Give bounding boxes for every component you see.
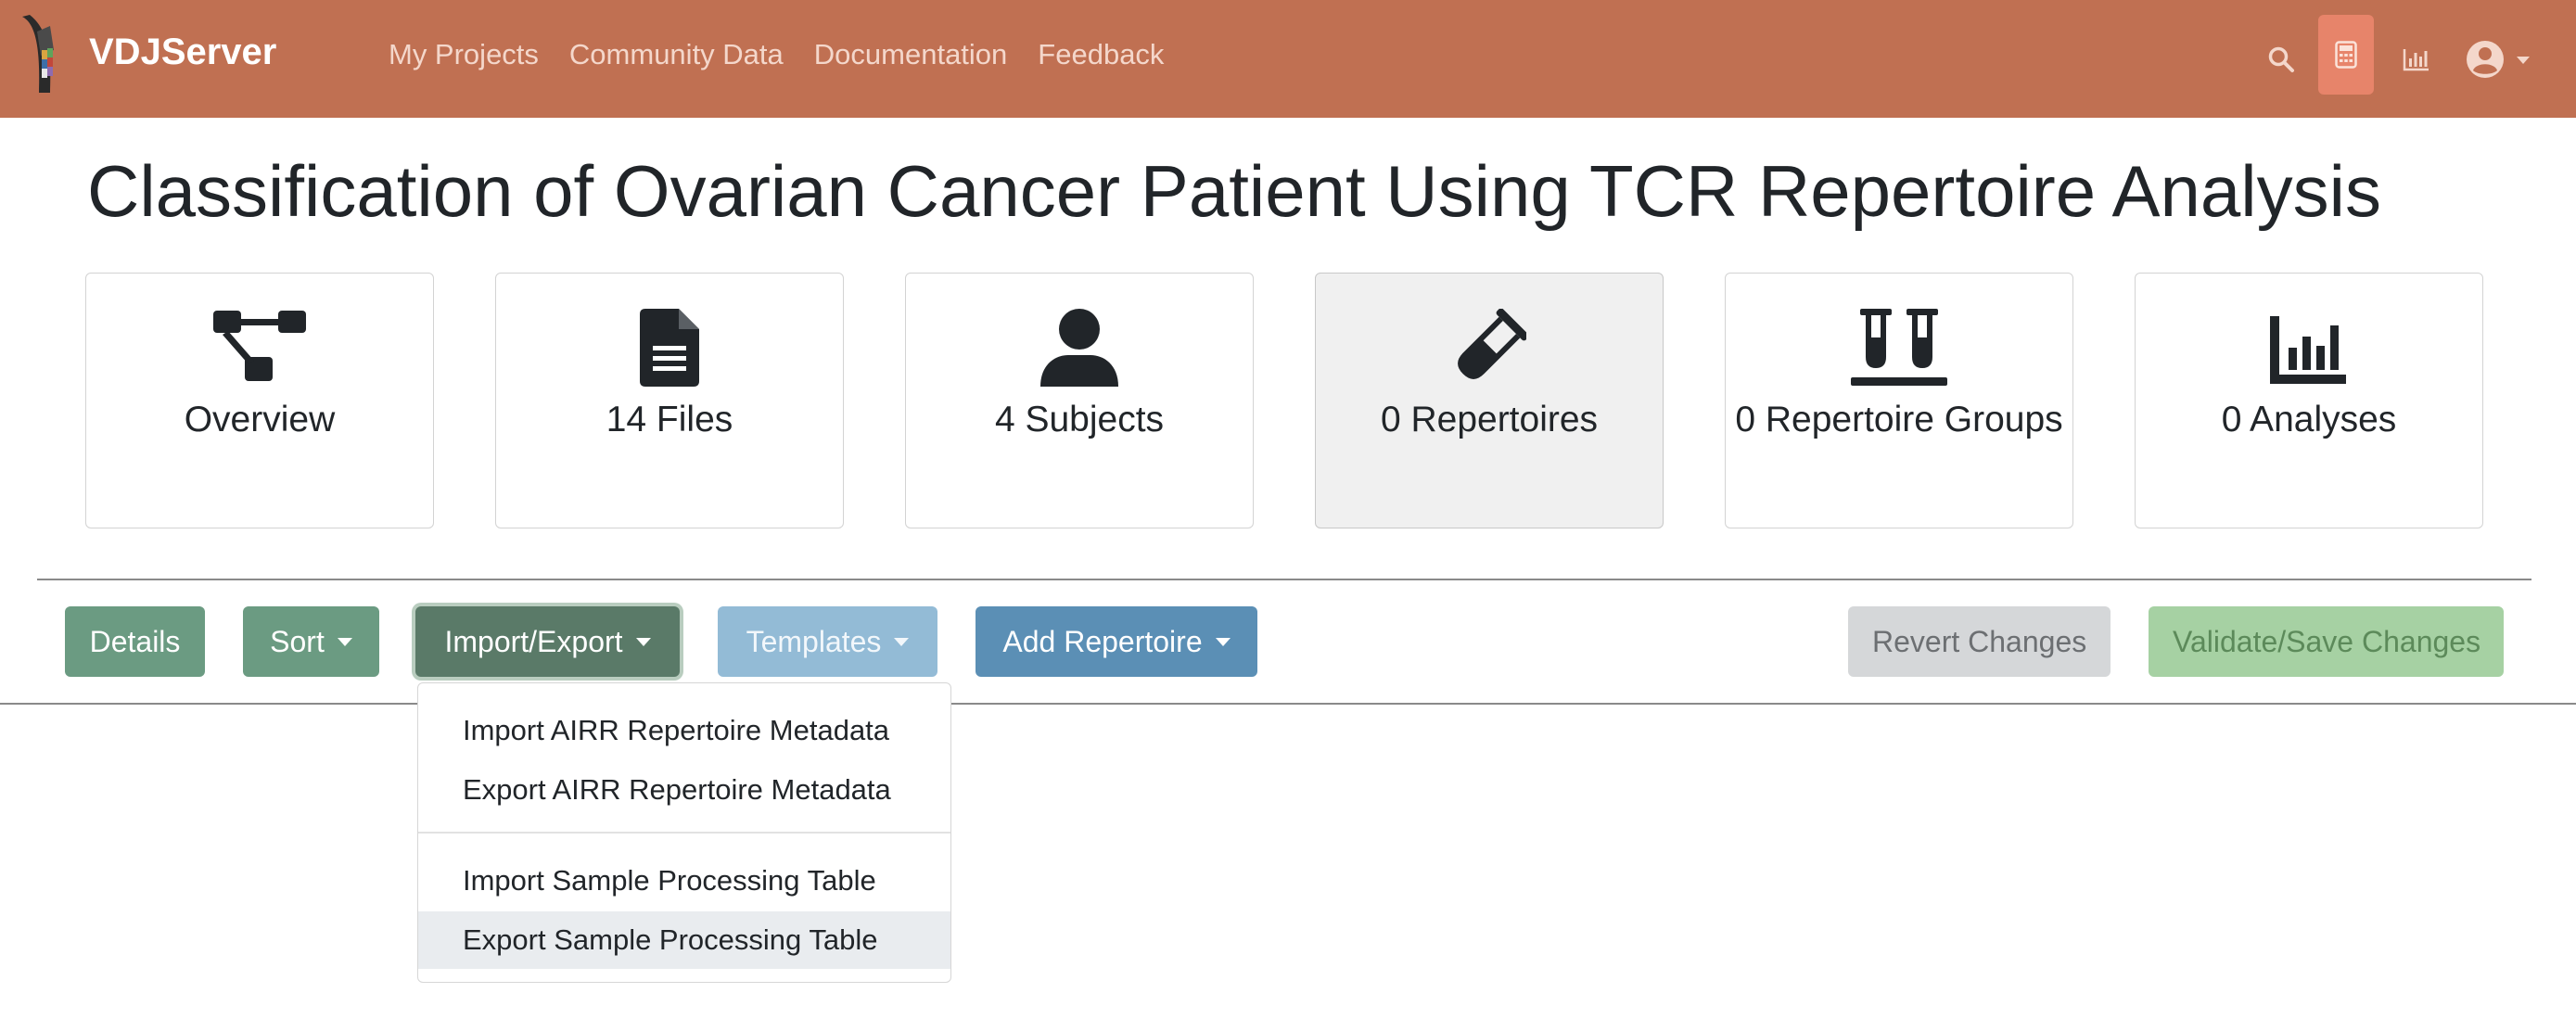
vdjserver-logo[interactable] [13, 13, 69, 96]
tile-label: 0 Repertoire Groups [1735, 400, 2063, 439]
sort-dropdown-button[interactable]: Sort [243, 606, 379, 677]
nav-link-feedback[interactable]: Feedback [1038, 34, 1164, 75]
tile-analyses[interactable]: 0 Analyses [2135, 273, 2483, 528]
tile-label: 0 Analyses [2221, 400, 2397, 439]
nav-links: My Projects Community Data Documentation… [389, 34, 1194, 75]
vial-icon [1316, 309, 1663, 387]
nav-link-community-data[interactable]: Community Data [569, 34, 784, 75]
caret-down-icon [894, 638, 910, 646]
tile-label: 4 Subjects [994, 400, 1165, 439]
import-export-button-label: Import/Export [444, 625, 623, 658]
import-export-menu: Import AIRR Repertoire Metadata Export A… [417, 682, 951, 983]
tile-files[interactable]: 14 Files [495, 273, 844, 528]
import-export-dropdown-button[interactable]: Import/Export [415, 606, 680, 677]
project-tiles: Overview 14 Files 4 Subjects 0 Repertoir… [85, 273, 2544, 528]
calculator-icon[interactable] [2318, 15, 2374, 95]
chart-bar-icon[interactable] [2400, 0, 2433, 118]
validate-save-changes-button[interactable]: Validate/Save Changes [2149, 606, 2504, 677]
page-title: Classification of Ovarian Cancer Patient… [87, 150, 2381, 232]
nav-link-documentation[interactable]: Documentation [814, 34, 1008, 75]
tile-label: 14 Files [606, 400, 733, 439]
top-navbar: VDJServer My Projects Community Data Doc… [0, 0, 2576, 118]
tile-subjects[interactable]: 4 Subjects [905, 273, 1254, 528]
vials-icon [1726, 309, 2072, 387]
caret-down-icon [1215, 638, 1231, 646]
details-button[interactable]: Details [65, 606, 205, 677]
tile-repertoire-groups[interactable]: 0 Repertoire Groups [1725, 273, 2073, 528]
menu-item-export-sample-processing[interactable]: Export Sample Processing Table [418, 911, 950, 969]
validate-save-label: Validate/Save Changes [2173, 625, 2481, 658]
chart-column-icon [2136, 309, 2482, 387]
revert-changes-button[interactable]: Revert Changes [1848, 606, 2111, 677]
sitemap-icon [86, 309, 433, 383]
templates-button-label: Templates [746, 625, 882, 658]
revert-changes-label: Revert Changes [1872, 625, 2087, 658]
caret-down-icon [337, 638, 352, 646]
tile-label: Overview [184, 400, 336, 439]
details-button-label: Details [89, 625, 181, 658]
menu-divider [418, 832, 950, 834]
caret-down-icon [635, 638, 651, 646]
user-circle-icon [2467, 40, 2530, 78]
templates-dropdown-button[interactable]: Templates [718, 606, 937, 677]
file-icon [496, 309, 843, 387]
tile-repertoires[interactable]: 0 Repertoires [1315, 273, 1664, 528]
menu-item-export-airr-metadata[interactable]: Export AIRR Repertoire Metadata [418, 761, 950, 819]
search-icon[interactable] [2263, 0, 2300, 118]
brand-name[interactable]: VDJServer [89, 30, 276, 74]
sort-button-label: Sort [270, 625, 325, 658]
menu-item-import-airr-metadata[interactable]: Import AIRR Repertoire Metadata [418, 702, 950, 759]
user-menu[interactable] [2465, 0, 2541, 118]
add-repertoire-button-label: Add Repertoire [1002, 625, 1203, 658]
toolbar-divider-bottom [0, 703, 2576, 705]
tile-label: 0 Repertoires [1380, 400, 1599, 439]
menu-item-import-sample-processing[interactable]: Import Sample Processing Table [418, 852, 950, 910]
nav-link-my-projects[interactable]: My Projects [389, 34, 539, 75]
add-repertoire-dropdown-button[interactable]: Add Repertoire [976, 606, 1257, 677]
tile-overview[interactable]: Overview [85, 273, 434, 528]
user-icon [906, 309, 1253, 387]
toolbar-divider-top [37, 579, 2531, 580]
